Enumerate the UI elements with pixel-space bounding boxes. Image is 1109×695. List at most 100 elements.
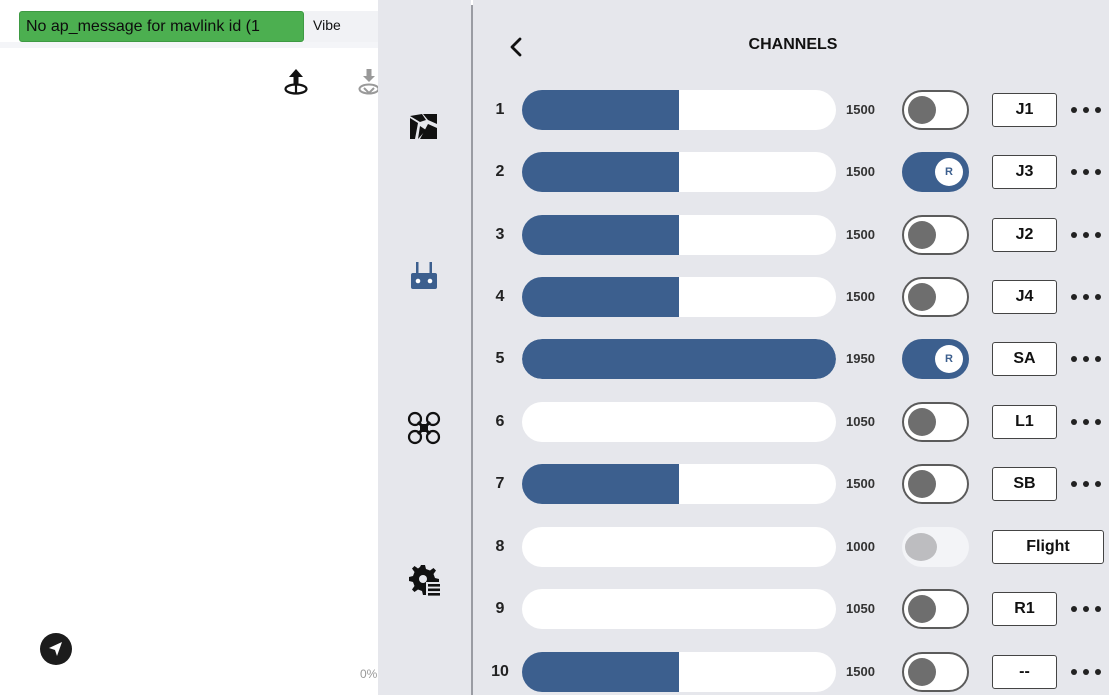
toggle-knob: R	[935, 158, 963, 186]
download-icon[interactable]	[357, 67, 378, 99]
drone-icon[interactable]	[404, 408, 444, 448]
more-options-icon[interactable]	[1069, 98, 1103, 122]
channel-level-bar	[522, 402, 836, 442]
more-options-icon[interactable]	[1069, 285, 1103, 309]
dot	[1095, 232, 1101, 238]
reverse-toggle[interactable]	[902, 215, 969, 255]
channel-row: 2 1500 R J3	[473, 152, 1109, 192]
channel-pwm-value: 1500	[846, 289, 875, 304]
channel-pwm-value: 1500	[846, 476, 875, 491]
dot	[1095, 356, 1101, 362]
channel-row: 4 1500 J4	[473, 277, 1109, 317]
channel-pwm-value: 1500	[846, 102, 875, 117]
reverse-toggle[interactable]	[902, 652, 969, 692]
more-options-icon[interactable]	[1069, 472, 1103, 496]
channel-number: 8	[495, 538, 505, 555]
channel-row: 1 1500 J1	[473, 90, 1109, 130]
reverse-toggle[interactable]: R	[902, 339, 969, 379]
channel-assign-button[interactable]: Flight	[992, 530, 1104, 564]
more-options-icon[interactable]	[1069, 160, 1103, 184]
channel-number: 9	[495, 600, 505, 617]
more-options-icon[interactable]	[1069, 660, 1103, 684]
channel-row: 3 1500 J2	[473, 215, 1109, 255]
dot	[1095, 481, 1101, 487]
channel-level-bar	[522, 589, 836, 629]
dot	[1083, 169, 1089, 175]
channel-row: 10 1500 --	[473, 652, 1109, 692]
more-options-icon[interactable]	[1069, 223, 1103, 247]
channel-number: 10	[491, 663, 509, 680]
channel-level-bar	[522, 215, 836, 255]
channel-level-bar	[522, 277, 836, 317]
reverse-toggle[interactable]	[902, 589, 969, 629]
channel-assign-button[interactable]: R1	[992, 592, 1057, 626]
toggle-knob	[908, 408, 936, 436]
channel-level-bar	[522, 90, 836, 130]
dot	[1071, 294, 1077, 300]
dot	[1083, 232, 1089, 238]
dot	[1095, 669, 1101, 675]
dot	[1083, 419, 1089, 425]
status-message-banner[interactable]: No ap_message for mavlink id (1	[19, 11, 304, 42]
channel-assign-button[interactable]: J4	[992, 280, 1057, 314]
channel-assign-button[interactable]: J3	[992, 155, 1057, 189]
channel-assign-button[interactable]: --	[992, 655, 1057, 689]
reverse-toggle[interactable]	[902, 402, 969, 442]
toggle-knob	[908, 658, 936, 686]
channel-level-fill	[522, 215, 679, 255]
channel-level-fill	[522, 339, 836, 379]
dot	[1095, 169, 1101, 175]
channel-pwm-value: 1050	[846, 601, 875, 616]
dot	[1071, 356, 1077, 362]
reverse-toggle[interactable]: R	[902, 152, 969, 192]
dot	[1083, 481, 1089, 487]
page-title: CHANNELS	[748, 36, 838, 53]
back-button[interactable]	[505, 33, 529, 61]
channel-number: 6	[495, 413, 505, 430]
more-options-icon[interactable]	[1069, 410, 1103, 434]
radio-controller-icon[interactable]	[404, 256, 444, 296]
icon-rail	[378, 0, 471, 695]
more-options-icon[interactable]	[1069, 347, 1103, 371]
channel-level-fill	[522, 152, 679, 192]
channel-level-bar	[522, 464, 836, 504]
channel-assign-button[interactable]: L1	[992, 405, 1057, 439]
reverse-toggle[interactable]	[902, 527, 969, 567]
channel-pwm-value: 1500	[846, 164, 875, 179]
channel-level-fill	[522, 277, 679, 317]
dot	[1095, 294, 1101, 300]
channel-level-bar	[522, 527, 836, 567]
channel-number: 4	[495, 288, 505, 305]
send-icon[interactable]	[40, 633, 72, 665]
channel-assign-button[interactable]: SA	[992, 342, 1057, 376]
more-options-icon[interactable]	[1069, 597, 1103, 621]
channel-level-fill	[522, 652, 679, 692]
camera-gimbal-icon[interactable]	[404, 106, 444, 146]
vibe-tab[interactable]: Vibe	[304, 11, 378, 42]
settings-list-icon[interactable]	[404, 560, 444, 600]
channel-level-fill	[522, 464, 679, 504]
reverse-toggle[interactable]	[902, 277, 969, 317]
upload-icon[interactable]	[283, 67, 309, 99]
channel-assign-button[interactable]: J2	[992, 218, 1057, 252]
progress-percent-label: 0%	[360, 667, 378, 681]
channel-pwm-value: 1500	[846, 664, 875, 679]
channel-assign-button[interactable]: SB	[992, 467, 1057, 501]
channel-level-bar	[522, 652, 836, 692]
channel-number: 7	[495, 475, 505, 492]
toggle-knob	[905, 533, 937, 561]
dot	[1071, 606, 1077, 612]
channel-number: 3	[495, 226, 505, 243]
reverse-toggle[interactable]	[902, 464, 969, 504]
channel-pwm-value: 1050	[846, 414, 875, 429]
reverse-toggle[interactable]	[902, 90, 969, 130]
dot	[1071, 107, 1077, 113]
channel-assign-button[interactable]: J1	[992, 93, 1057, 127]
dot	[1071, 419, 1077, 425]
dot	[1071, 232, 1077, 238]
dot	[1083, 669, 1089, 675]
toggle-knob	[908, 283, 936, 311]
channel-row: 6 1050 L1	[473, 402, 1109, 442]
toggle-knob	[908, 221, 936, 249]
dot	[1095, 606, 1101, 612]
